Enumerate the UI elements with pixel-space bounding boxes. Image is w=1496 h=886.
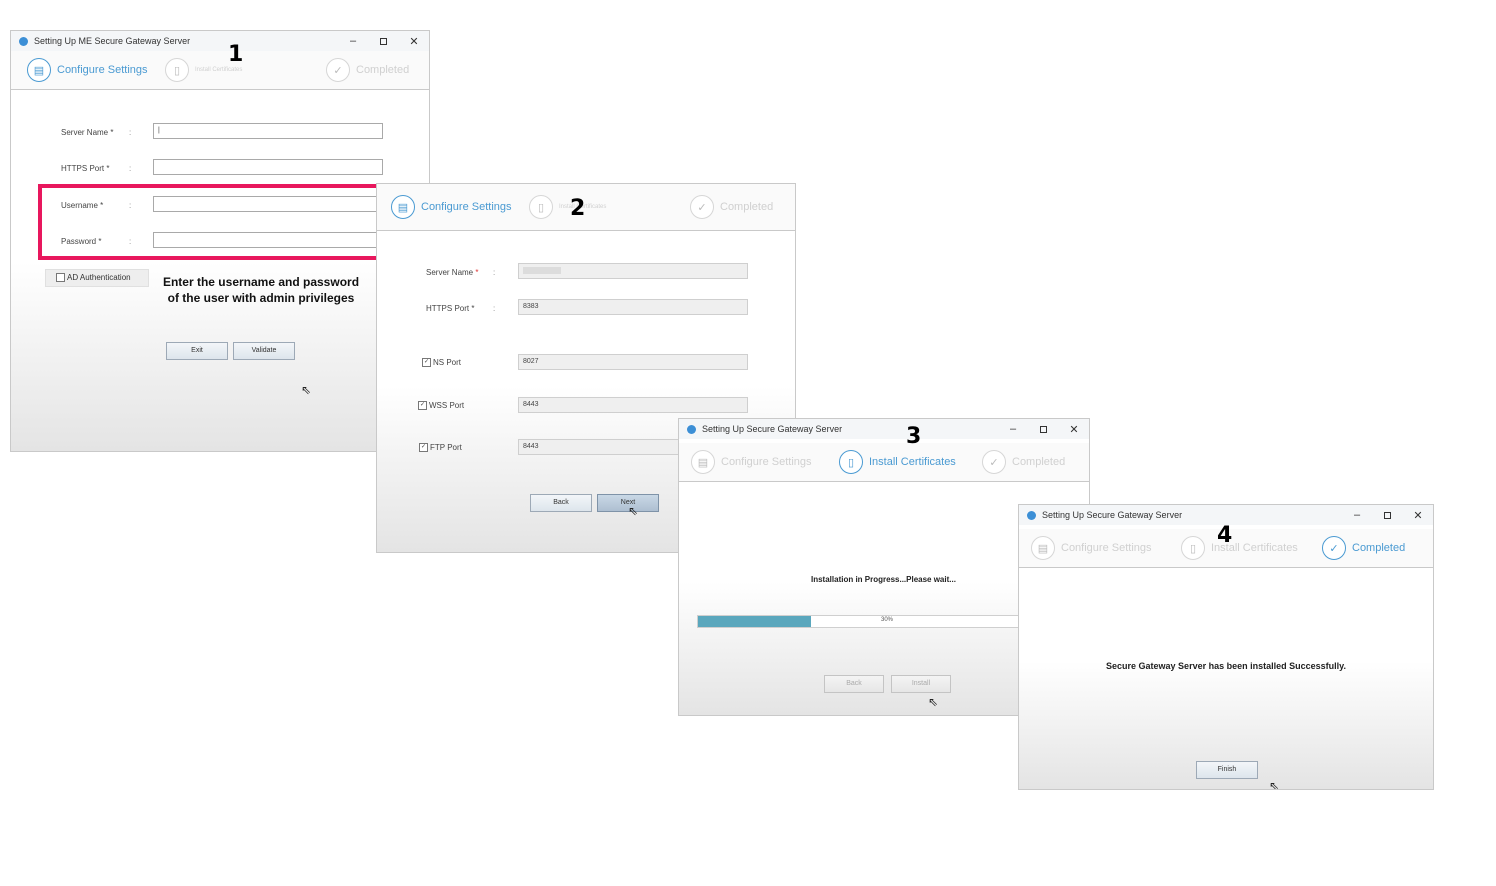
check-icon: ✓ — [982, 450, 1006, 474]
progress-message: Installation in Progress...Please wait..… — [811, 575, 956, 584]
step-configure-settings: ▤ Configure Settings — [691, 443, 812, 481]
title-bar: Setting Up ME Secure Gateway Server – ✕ — [11, 31, 429, 51]
step-number-3: 3 — [906, 424, 922, 449]
server-name-input[interactable] — [518, 263, 748, 279]
annotation-text: Enter the username and password of the u… — [162, 275, 360, 305]
close-icon[interactable]: ✕ — [1069, 423, 1079, 436]
https-port-input[interactable] — [153, 159, 383, 175]
mouse-cursor-icon: ⇖ — [928, 695, 939, 709]
server-name-label: Server Name * — [61, 128, 114, 137]
window-title: Setting Up Secure Gateway Server — [702, 424, 843, 434]
https-port-input[interactable]: 8383 — [518, 299, 748, 315]
title-bar: Setting Up Secure Gateway Server – ✕ — [1019, 505, 1433, 525]
ad-authentication-checkbox[interactable]: AD Authentication — [45, 269, 149, 287]
back-button[interactable]: Back — [530, 494, 592, 512]
step-number-4: 4 — [1217, 523, 1233, 548]
checkbox-checked-icon: ✓ — [418, 401, 427, 411]
step-configure-settings: ▤ Configure Settings — [391, 184, 512, 230]
checkbox-checked-icon: ✓ — [422, 358, 431, 368]
maximize-icon[interactable] — [380, 37, 387, 45]
ftp-port-checkbox[interactable]: ✓ FTP Port — [419, 443, 462, 453]
maximize-icon[interactable] — [1384, 511, 1391, 519]
minimize-icon[interactable]: – — [1008, 423, 1018, 435]
minimize-icon[interactable]: – — [348, 35, 358, 47]
step-completed: ✓ Completed — [326, 51, 409, 89]
certificate-icon: ▯ — [1181, 536, 1205, 560]
ns-port-checkbox[interactable]: ✓ NS Port — [422, 358, 461, 368]
wss-port-checkbox[interactable]: ✓ WSS Port — [418, 401, 464, 411]
success-message: Secure Gateway Server has been installed… — [1106, 661, 1346, 671]
certificate-icon: ▯ — [165, 58, 189, 82]
checkbox-checked-icon: ✓ — [419, 443, 428, 453]
step-completed: ✓ Completed — [690, 184, 773, 230]
check-icon: ✓ — [326, 58, 350, 82]
checkbox-icon — [56, 273, 65, 283]
wss-port-input[interactable]: 8443 — [518, 397, 748, 413]
step-number-2: 2 — [570, 196, 586, 221]
window-title: Setting Up Secure Gateway Server — [1042, 510, 1183, 520]
mouse-cursor-icon: ⇖ — [628, 504, 639, 518]
settings-icon: ▤ — [27, 58, 51, 82]
app-icon — [687, 424, 696, 434]
certificate-icon: ▯ — [839, 450, 863, 474]
wizard-steps: ▤ Configure Settings ▯ Install Certifica… — [679, 443, 1089, 482]
step-configure-settings: ▤ Configure Settings — [27, 51, 148, 89]
settings-icon: ▤ — [391, 195, 415, 219]
step-completed: ✓ Completed — [1322, 529, 1405, 567]
install-button[interactable]: Install — [891, 675, 951, 693]
app-icon — [1027, 510, 1036, 520]
check-icon: ✓ — [1322, 536, 1346, 560]
settings-icon: ▤ — [1031, 536, 1055, 560]
certificate-icon: ▯ — [529, 195, 553, 219]
https-port-label: HTTPS Port * — [426, 304, 475, 313]
title-bar: Setting Up Secure Gateway Server – ✕ — [679, 419, 1089, 439]
https-port-label: HTTPS Port * — [61, 164, 110, 173]
highlight-box — [38, 184, 386, 260]
close-icon[interactable]: ✕ — [409, 35, 419, 48]
wizard-steps: ▤ Configure Settings ▯ Install Certifica… — [377, 184, 795, 231]
step-number-1: 1 — [228, 42, 244, 67]
validate-button[interactable]: Validate — [233, 342, 295, 360]
step-configure-settings: ▤ Configure Settings — [1031, 529, 1152, 567]
ns-port-input[interactable]: 8027 — [518, 354, 748, 370]
server-name-label: Server Name * — [426, 268, 479, 277]
step-install-certificates: ▯ Install Certificates — [839, 443, 956, 481]
step-completed: ✓ Completed — [982, 443, 1065, 481]
wizard-steps: ▤ Configure Settings ▯ Install Certifica… — [11, 51, 429, 90]
mouse-cursor-icon: ⇖ — [1269, 779, 1280, 790]
mouse-cursor-icon: ⇖ — [301, 383, 312, 397]
check-icon: ✓ — [690, 195, 714, 219]
back-button[interactable]: Back — [824, 675, 884, 693]
app-icon — [19, 36, 28, 46]
step-install-certificates: ▯ Install Certificates — [1181, 529, 1298, 567]
close-icon[interactable]: ✕ — [1413, 509, 1423, 522]
window-title: Setting Up ME Secure Gateway Server — [34, 36, 191, 46]
settings-icon: ▤ — [691, 450, 715, 474]
minimize-icon[interactable]: – — [1352, 509, 1362, 521]
blurred-value — [523, 266, 561, 274]
finish-button[interactable]: Finish — [1196, 761, 1258, 779]
maximize-icon[interactable] — [1040, 425, 1047, 433]
step-install-certificates: ▯ Install Certificates — [529, 184, 606, 230]
server-name-input[interactable]: | — [153, 123, 383, 139]
exit-button[interactable]: Exit — [166, 342, 228, 360]
